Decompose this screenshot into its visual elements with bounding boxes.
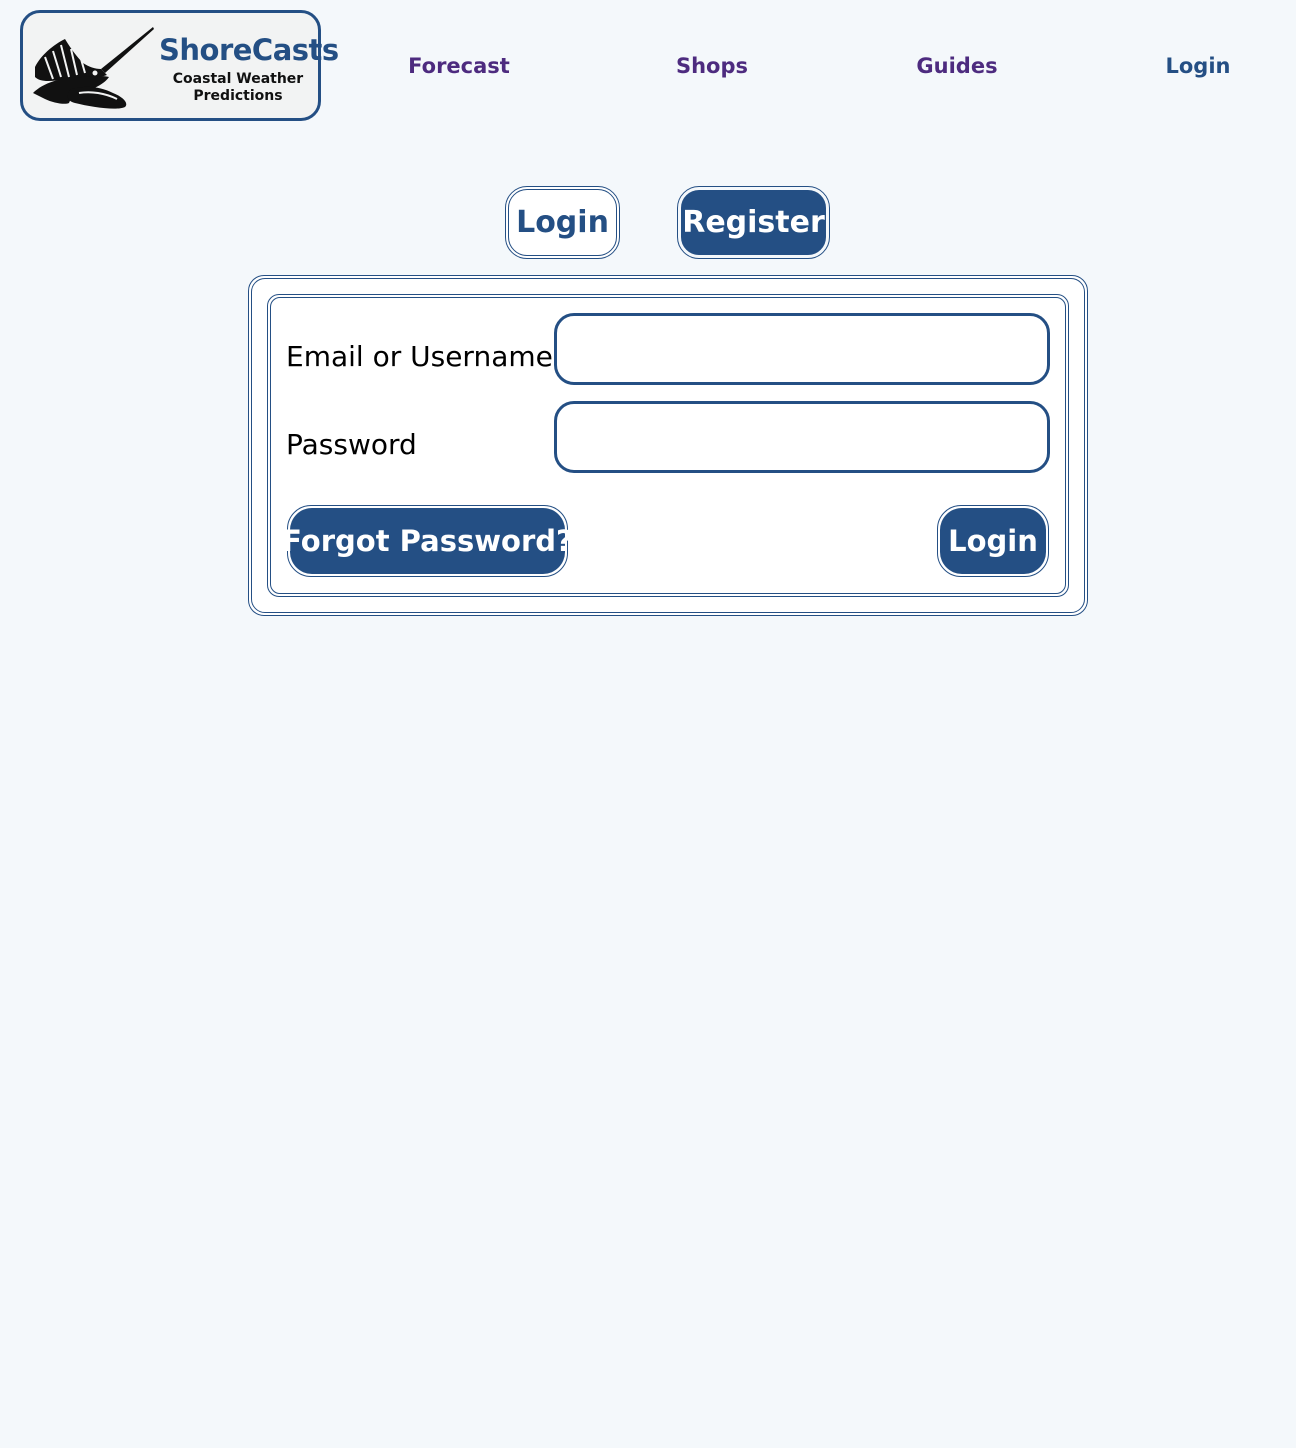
tab-register[interactable]: Register xyxy=(677,186,830,259)
nav-link-guides[interactable]: Guides xyxy=(916,54,997,78)
site-logo[interactable]: ShoreCasts Coastal Weather Predictions xyxy=(20,10,339,121)
email-label: Email or Username xyxy=(286,340,553,373)
login-submit-label: Login xyxy=(940,508,1046,574)
page: ShoreCasts Coastal Weather Predictions F… xyxy=(0,0,1296,1448)
login-submit-button[interactable]: Login xyxy=(937,505,1049,577)
tagline-line-2: Predictions xyxy=(193,88,283,104)
nav-link-shops[interactable]: Shops xyxy=(676,54,748,78)
brand-name: ShoreCasts xyxy=(159,33,339,67)
tab-login[interactable]: Login xyxy=(505,186,620,259)
tab-login-label: Login xyxy=(508,189,617,256)
nav-link-forecast[interactable]: Forecast xyxy=(408,54,510,78)
password-label: Password xyxy=(286,428,417,461)
sailfish-icon xyxy=(33,27,154,109)
forgot-password-button[interactable]: Forgot Password? xyxy=(282,505,573,577)
nav-link-login[interactable]: Login xyxy=(1166,54,1231,78)
forgot-password-label: Forgot Password? xyxy=(282,508,573,574)
tab-register-label: Register xyxy=(680,189,827,256)
tagline-line-1: Coastal Weather xyxy=(172,71,304,87)
email-field[interactable] xyxy=(554,313,1050,385)
brand-tagline: Coastal Weather Predictions xyxy=(159,71,317,105)
password-field[interactable] xyxy=(554,401,1050,473)
